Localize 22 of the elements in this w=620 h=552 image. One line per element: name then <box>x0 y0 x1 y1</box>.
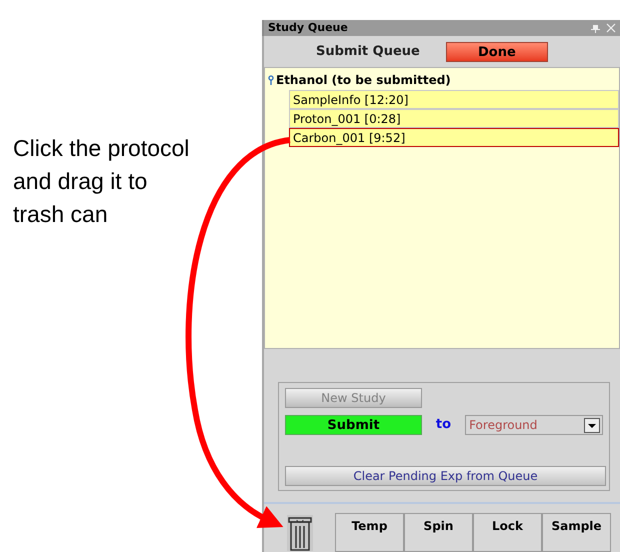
done-button[interactable]: Done <box>446 42 548 62</box>
protocol-item[interactable]: Proton_001 [0:28] <box>289 109 619 128</box>
trash-can-icon[interactable] <box>286 514 314 552</box>
submit-button[interactable]: Submit <box>285 415 422 435</box>
destination-dropdown[interactable]: Foreground <box>465 415 603 435</box>
queue-heading: Submit Queue <box>316 42 420 61</box>
key-icon[interactable] <box>268 75 274 85</box>
to-label: to <box>436 416 452 434</box>
caret-icon[interactable] <box>584 418 600 432</box>
toolbar-button[interactable]: Temp <box>335 513 404 552</box>
panel-title: Study Queue <box>268 20 348 36</box>
protocol-item[interactable]: Carbon_001 [9:52] <box>289 128 619 147</box>
toolbar-button[interactable]: Spin <box>404 513 473 552</box>
protocol-item[interactable]: SampleInfo [12:20] <box>289 90 619 109</box>
clear-queue-button[interactable]: Clear Pending Exp from Queue <box>285 466 606 486</box>
study-node[interactable]: Ethanol (to be submitted) <box>276 71 451 89</box>
pin-icon[interactable] <box>591 24 600 32</box>
close-icon[interactable] <box>606 23 616 33</box>
instruction-text: Click the protocol and drag it to trash can <box>13 134 190 229</box>
dropdown-value: Foreground <box>469 417 538 434</box>
toolbar-button[interactable]: Sample <box>542 513 611 552</box>
toolbar-button[interactable]: Lock <box>473 513 542 552</box>
